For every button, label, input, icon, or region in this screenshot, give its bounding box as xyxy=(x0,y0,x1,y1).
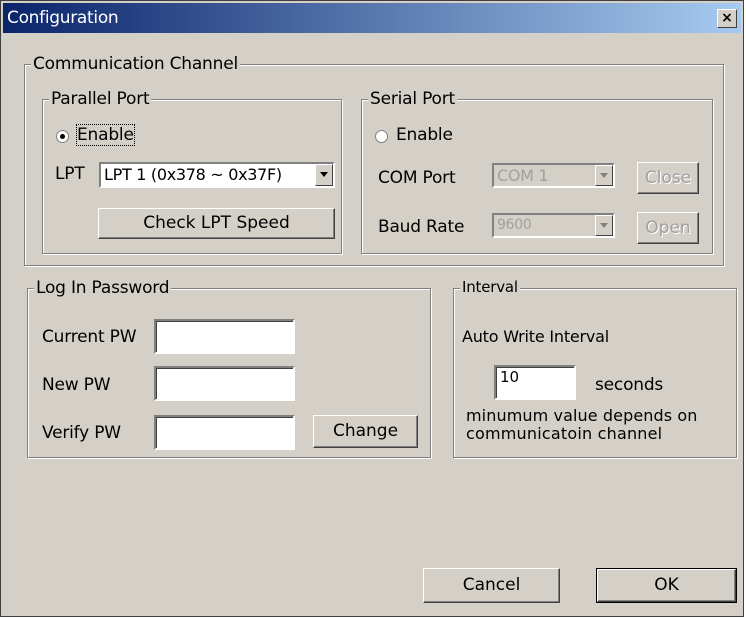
com-port-select[interactable]: COM 1 xyxy=(492,163,615,188)
serial-port-group: Serial Port Enable COM Port COM 1 Close … xyxy=(361,89,713,254)
change-button[interactable]: Change xyxy=(313,415,418,448)
auto-write-interval-label: Auto Write Interval xyxy=(462,327,610,346)
com-port-label: COM Port xyxy=(378,168,456,188)
chevron-down-icon xyxy=(600,223,608,228)
seconds-label: seconds xyxy=(595,375,664,395)
baud-rate-select[interactable]: 9600 xyxy=(492,213,615,238)
new-pw-label: New PW xyxy=(42,375,111,395)
close-port-button[interactable]: Close xyxy=(637,162,699,194)
com-dropdown-button[interactable] xyxy=(595,165,613,186)
interval-note-line2: communicatoin channel xyxy=(466,424,663,443)
parallel-enable-label[interactable]: Enable xyxy=(76,124,135,146)
ok-button[interactable]: OK xyxy=(596,568,737,603)
serial-enable-label[interactable]: Enable xyxy=(396,125,453,145)
parallel-enable-radio[interactable] xyxy=(56,130,69,143)
communication-channel-legend: Communication Channel xyxy=(31,54,240,74)
configuration-dialog: Configuration × Communication Channel Pa… xyxy=(0,0,744,617)
verify-pw-label: Verify PW xyxy=(42,423,121,443)
interval-note-line1: minumum value depends on xyxy=(466,406,698,425)
current-pw-label: Current PW xyxy=(42,327,137,347)
baud-rate-value: 9600 xyxy=(497,217,532,233)
window-title: Configuration xyxy=(7,8,119,28)
interval-group: Interval Auto Write Interval 10 seconds … xyxy=(453,278,737,458)
serial-port-legend: Serial Port xyxy=(368,89,458,109)
login-password-group: Log In Password Current PW New PW Verify… xyxy=(27,278,431,458)
new-pw-field[interactable] xyxy=(154,366,295,401)
chevron-down-icon xyxy=(320,172,328,177)
baud-rate-label: Baud Rate xyxy=(378,217,465,237)
interval-input[interactable]: 10 xyxy=(494,365,576,400)
lpt-label: LPT xyxy=(55,164,85,184)
chevron-down-icon xyxy=(600,173,608,178)
lpt-select-value: LPT 1 (0x378 ~ 0x37F) xyxy=(104,165,282,184)
check-lpt-speed-button[interactable]: Check LPT Speed xyxy=(98,208,335,239)
parallel-port-group: Parallel Port Enable LPT LPT 1 (0x378 ~ … xyxy=(42,89,342,254)
lpt-dropdown-button[interactable] xyxy=(315,164,333,186)
title-bar[interactable]: Configuration × xyxy=(3,3,741,33)
lpt-select[interactable]: LPT 1 (0x378 ~ 0x37F) xyxy=(99,162,335,188)
interval-legend: Interval xyxy=(460,278,520,296)
verify-pw-field[interactable] xyxy=(154,415,295,450)
communication-channel-group: Communication Channel Parallel Port Enab… xyxy=(24,54,724,266)
login-password-legend: Log In Password xyxy=(34,278,172,298)
parallel-port-legend: Parallel Port xyxy=(49,89,152,109)
current-pw-field[interactable] xyxy=(154,319,295,354)
baud-dropdown-button[interactable] xyxy=(595,215,613,236)
serial-enable-radio[interactable] xyxy=(375,130,388,143)
com-port-value: COM 1 xyxy=(497,166,549,185)
close-window-button[interactable]: × xyxy=(717,9,737,28)
open-port-button[interactable]: Open xyxy=(637,212,699,244)
cancel-button[interactable]: Cancel xyxy=(423,568,560,603)
